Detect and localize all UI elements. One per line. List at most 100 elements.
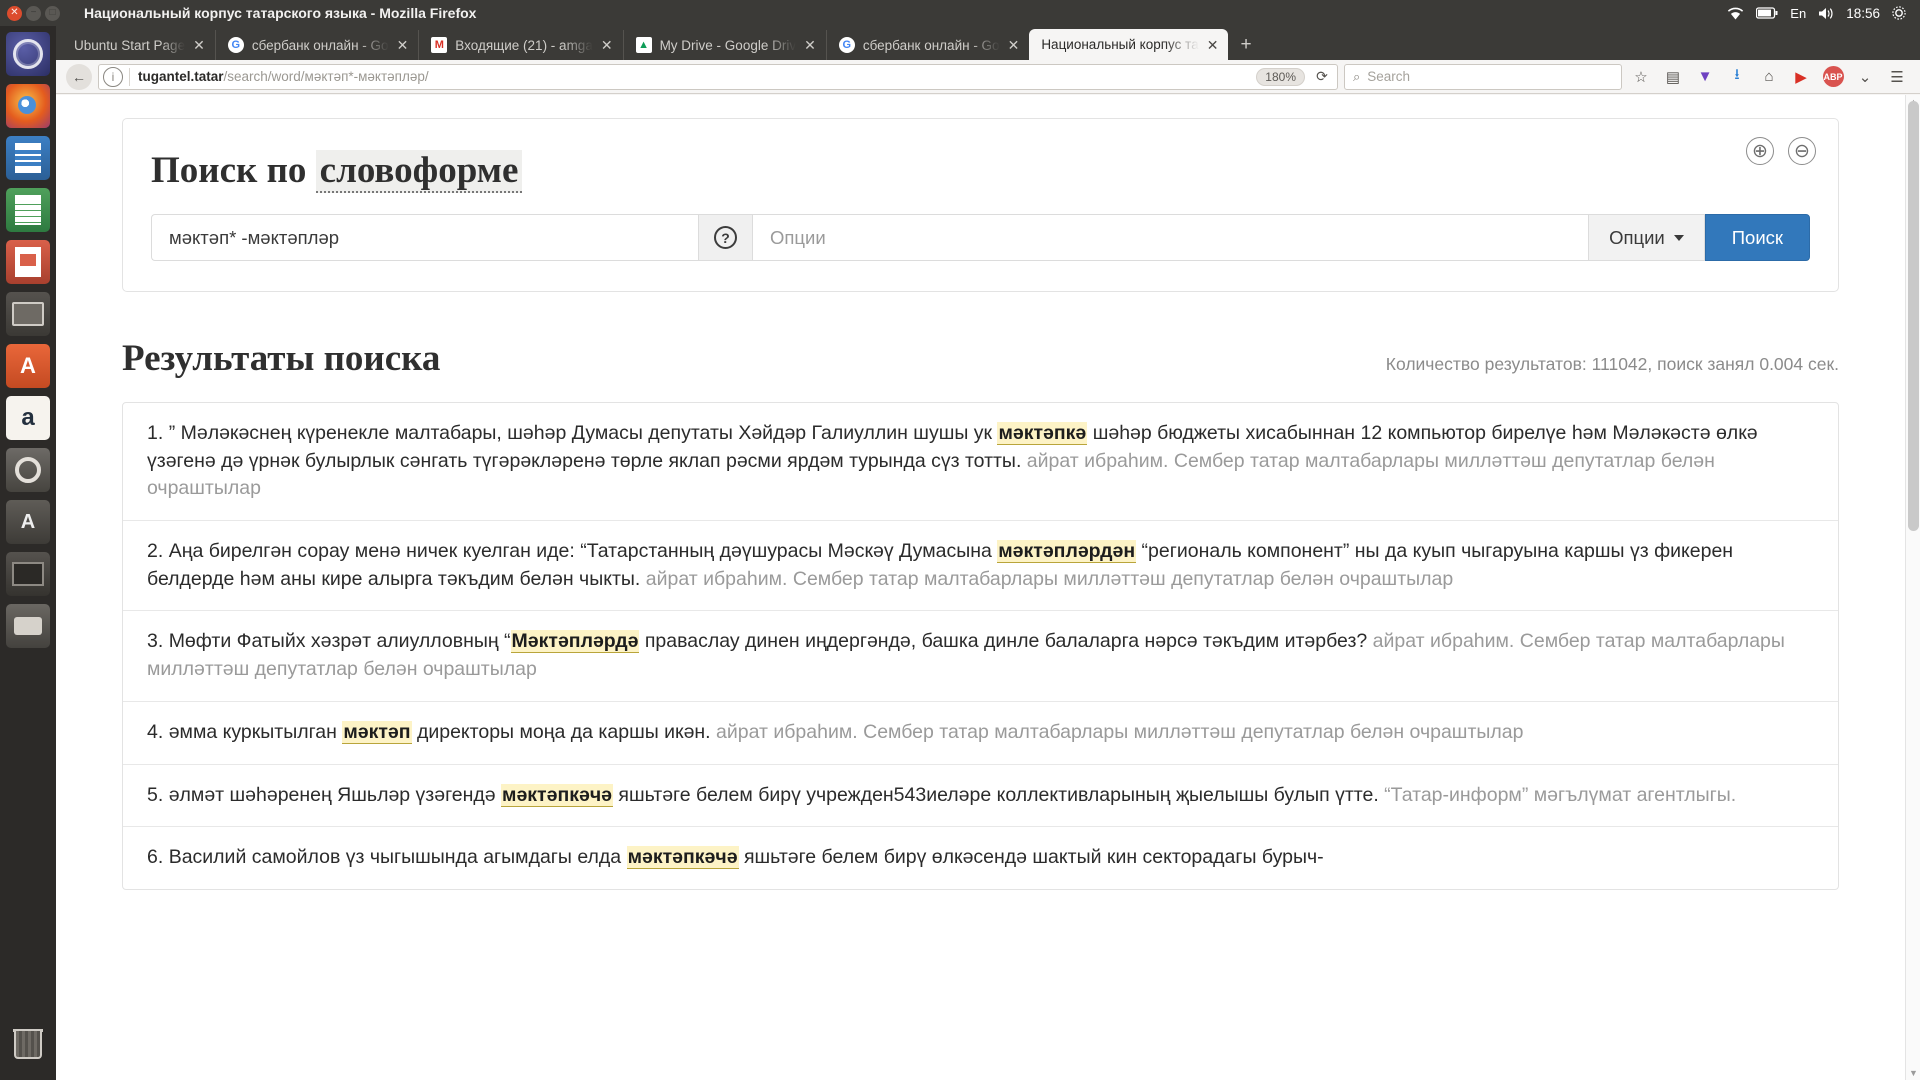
launcher-item-amazon[interactable]: [6, 396, 50, 440]
scroll-down-icon[interactable]: ▼: [1909, 1068, 1918, 1078]
tab-close-icon[interactable]: ✕: [1207, 38, 1219, 52]
tab-label: Ubuntu Start Page: [74, 37, 186, 53]
launcher-item-amazon-app[interactable]: [6, 500, 50, 544]
url-text: tugantel.tatar/search/word/мәктәп*-мәктә…: [138, 69, 1256, 84]
results-count: Количество результатов: 111042, поиск за…: [1385, 354, 1839, 374]
launcher-item-libreoffice-writer[interactable]: [6, 136, 50, 180]
result-highlight: мәктәпкәчә: [501, 783, 614, 807]
zoom-out-button[interactable]: ⊖: [1788, 137, 1816, 165]
window-maximize-button[interactable]: □: [45, 5, 60, 21]
launcher-item-dash-home[interactable]: [6, 32, 50, 76]
url-host: tugantel.tatar: [138, 69, 224, 84]
launcher-item-terminal[interactable]: [6, 552, 50, 596]
result-item-6[interactable]: 6. Василий самойлов үз чыгышында агымдаг…: [123, 827, 1838, 889]
keyboard-layout-indicator[interactable]: En: [1790, 6, 1806, 21]
result-text: Аңа бирелгән сорау менә ничек куелган ид…: [168, 540, 998, 563]
result-text: яшьтәге белем бирү учрежден543иеләре кол…: [613, 783, 1379, 806]
launcher-item-files[interactable]: [6, 292, 50, 336]
chevron-down-icon[interactable]: ⌄: [1852, 64, 1878, 90]
hamburger-menu-icon[interactable]: ☰: [1884, 64, 1910, 90]
new-tab-button[interactable]: +: [1228, 34, 1263, 60]
google-favicon-icon: G: [227, 37, 244, 53]
reload-button[interactable]: ⟳: [1311, 66, 1333, 88]
page-content: ⊕ ⊖ Поиск по словоформе мәктәп* -мәктәпл…: [56, 118, 1905, 890]
results-header: Результаты поиска Количество результатов…: [122, 337, 1839, 380]
tab-sberbank-2[interactable]: G сбербанк онлайн - Go ✕: [825, 30, 1029, 60]
pocket-icon[interactable]: ▼: [1692, 64, 1718, 90]
tab-ubuntu-start-page[interactable]: Ubuntu Start Page ✕: [62, 30, 215, 60]
home-icon[interactable]: ⌂: [1756, 64, 1782, 90]
launcher-item-disk-usage[interactable]: [6, 604, 50, 648]
result-index: 3.: [147, 630, 169, 653]
result-text: яшьтәге белем бирү өлкәсендә шактый кин …: [738, 846, 1324, 869]
result-item-3[interactable]: 3. Мөфти Фатыйх хәзрәт алиулловның “Мәкт…: [123, 611, 1838, 702]
page-scrollbar[interactable]: ▲ ▼: [1905, 95, 1920, 1080]
window-title: Национальный корпус татарского языка - M…: [84, 5, 477, 21]
page-title-prefix: Поиск по: [151, 150, 307, 191]
result-index: 5.: [147, 783, 169, 806]
tab-google-drive[interactable]: ▲ My Drive - Google Driv ✕: [622, 30, 826, 60]
tab-label: Национальный корпус та: [1041, 37, 1199, 52]
tab-close-icon[interactable]: ✕: [804, 38, 816, 52]
options-dropdown-button[interactable]: Опции: [1588, 214, 1705, 261]
result-item-2[interactable]: 2. Аңа бирелгән сорау менә ничек куелган…: [123, 521, 1838, 612]
zoom-level-badge[interactable]: 180%: [1256, 67, 1305, 86]
options-input[interactable]: Опции: [753, 214, 1589, 261]
volume-icon[interactable]: [1818, 7, 1834, 20]
query-input[interactable]: мәктәп* -мәктәпләр: [151, 214, 698, 261]
tab-sberbank-1[interactable]: G сбербанк онлайн - Go ✕: [214, 30, 418, 60]
reader-view-icon[interactable]: ▤: [1660, 64, 1686, 90]
google-favicon-icon: G: [838, 37, 855, 53]
gear-icon[interactable]: [1892, 6, 1906, 20]
url-path: /search/word/мәктәп*-мәктәпләр/: [223, 69, 429, 84]
scrollbar-thumb[interactable]: [1908, 101, 1919, 531]
tab-close-icon[interactable]: ✕: [601, 38, 613, 52]
star-icon[interactable]: ☆: [1628, 64, 1654, 90]
search-form: мәктәп* -мәктәпләр ? Опции Опции Поиск: [151, 214, 1810, 261]
result-highlight: мәктәпләрдән: [997, 540, 1137, 564]
window-controls: ✕ − □: [7, 5, 60, 21]
results-list: 1. ” Мәләкәснең күренекле малтабары, шәһ…: [122, 402, 1839, 890]
results-heading: Результаты поиска: [122, 338, 441, 379]
back-button[interactable]: ←: [66, 63, 92, 90]
launcher-item-libreoffice-impress[interactable]: [6, 240, 50, 284]
tab-close-icon[interactable]: ✕: [1008, 38, 1020, 52]
help-icon: ?: [714, 226, 737, 249]
download-icon[interactable]: ⭳: [1724, 64, 1750, 90]
result-item-4[interactable]: 4. әмма куркытылган мәктәп директоры моң…: [123, 702, 1838, 765]
adblock-button[interactable]: ABP: [1820, 64, 1846, 90]
launcher-item-system-settings[interactable]: [6, 448, 50, 492]
launcher-item-ubuntu-software[interactable]: [6, 344, 50, 388]
tab-close-icon[interactable]: ✕: [397, 38, 409, 52]
zoom-in-button[interactable]: ⊕: [1746, 137, 1774, 165]
youtube-icon[interactable]: ▶: [1788, 64, 1814, 90]
launcher-item-libreoffice-calc[interactable]: [6, 188, 50, 232]
result-highlight: мәктәп: [342, 720, 412, 744]
battery-icon[interactable]: [1756, 7, 1778, 19]
navigation-toolbar: ← i tugantel.tatar/search/word/мәктәп*-м…: [56, 60, 1920, 94]
help-button[interactable]: ?: [698, 214, 753, 261]
result-item-1[interactable]: 1. ” Мәләкәснең күренекле малтабары, шәһ…: [123, 403, 1838, 522]
window-titlebar: ✕ − □ Национальный корпус татарского язы…: [0, 0, 1920, 26]
result-index: 4.: [147, 720, 169, 743]
site-info-icon[interactable]: i: [103, 66, 123, 87]
result-item-5[interactable]: 5. әлмәт шәһәренең Яшьләр үзәгендә мәктә…: [123, 765, 1838, 828]
launcher-item-firefox[interactable]: [6, 84, 50, 128]
clock[interactable]: 18:56: [1846, 6, 1880, 21]
result-highlight: Мәктәпләрдә: [510, 630, 640, 654]
window-minimize-button[interactable]: −: [26, 5, 41, 21]
launcher-item-trash[interactable]: [6, 1022, 50, 1066]
result-text: праваслау динен иңдергәндә, башка динле …: [639, 630, 1368, 653]
tab-close-icon[interactable]: ✕: [193, 38, 205, 52]
window-close-button[interactable]: ✕: [7, 5, 22, 21]
result-text: Мөфти Фатыйх хәзрәт алиулловның “: [168, 630, 511, 653]
url-bar[interactable]: i tugantel.tatar/search/word/мәктәп*-мәк…: [98, 63, 1338, 90]
wifi-icon[interactable]: [1727, 7, 1744, 20]
result-text: ” Мәләкәснең күренекле малтабары, шәһәр …: [168, 422, 998, 444]
search-bar[interactable]: ⌕ Search: [1344, 63, 1622, 90]
tab-tatar-corpus[interactable]: Национальный корпус та ✕: [1029, 29, 1229, 60]
search-mode-selector[interactable]: словоформе: [315, 150, 523, 193]
search-submit-button[interactable]: Поиск: [1704, 214, 1810, 261]
result-source: “Татар-информ” мәгълүмат агентлыгы.: [1378, 783, 1737, 806]
tab-gmail-inbox[interactable]: M Входящие (21) - amga ✕: [418, 30, 622, 60]
